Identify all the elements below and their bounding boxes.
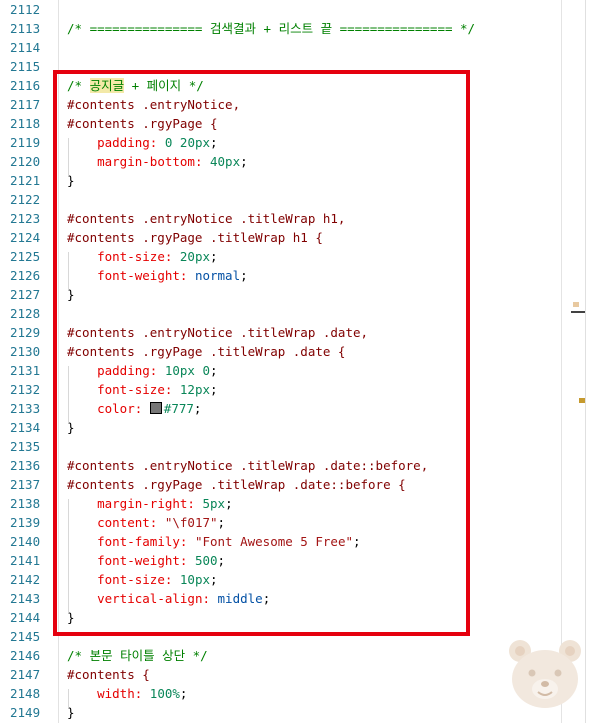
line-number: 2129 xyxy=(10,325,41,340)
line-number: 2113 xyxy=(10,21,41,36)
line-number: 2134 xyxy=(10,420,41,435)
line-number: 2148 xyxy=(10,686,41,701)
code-line[interactable]: 2146 /* 본문 타이틀 상단 */ xyxy=(0,646,560,665)
code-editor[interactable]: 2112 2113 /* =============== 검색결과 + 리스트 끝 … xyxy=(0,0,604,723)
code-token: /* 본문 타이틀 상단 */ xyxy=(67,648,208,663)
line-number: 2145 xyxy=(10,629,41,644)
vertical-scrollbar[interactable] xyxy=(561,0,576,723)
code-line[interactable]: 2148 width: 100%; xyxy=(0,684,560,703)
line-number: 2124 xyxy=(10,230,41,245)
line-number: 2117 xyxy=(10,97,41,112)
code-token: /* =============== 검색결과 + 리스트 끝 ========… xyxy=(67,21,476,36)
code-line[interactable]: 2149} xyxy=(0,703,560,722)
line-number: 2118 xyxy=(10,116,41,131)
code-line[interactable]: 2113 /* =============== 검색결과 + 리스트 끝 ====… xyxy=(0,19,560,38)
line-number: 2147 xyxy=(10,667,41,682)
code-text[interactable]: /* =============== 검색결과 + 리스트 끝 ========… xyxy=(67,19,475,38)
line-number: 2143 xyxy=(10,591,41,606)
code-line[interactable]: 2147 #contents { xyxy=(0,665,560,684)
line-number: 2142 xyxy=(10,572,41,587)
code-line[interactable]: 2114 xyxy=(0,38,560,57)
code-line[interactable]: 2112 xyxy=(0,0,560,19)
line-number: 2126 xyxy=(10,268,41,283)
line-number: 2132 xyxy=(10,382,41,397)
line-number: 2120 xyxy=(10,154,41,169)
line-number: 2128 xyxy=(10,306,41,321)
line-number: 2115 xyxy=(10,59,41,74)
line-number: 2125 xyxy=(10,249,41,264)
line-number: 2133 xyxy=(10,401,41,416)
code-text[interactable]: /* 본문 타이틀 상단 */ xyxy=(67,646,208,665)
line-number: 2138 xyxy=(10,496,41,511)
line-number: 2122 xyxy=(10,192,41,207)
code-token: ; xyxy=(179,686,188,701)
code-token: width: xyxy=(97,686,143,701)
code-token: 100% xyxy=(149,686,180,701)
code-text[interactable]: #contents { xyxy=(67,665,150,684)
code-token: #contents { xyxy=(67,667,150,682)
line-number: 2136 xyxy=(10,458,41,473)
minimap-divider xyxy=(585,0,586,723)
code-text[interactable]: width: 100%; xyxy=(67,684,187,703)
line-number: 2116 xyxy=(10,78,41,93)
bear-mascot-icon xyxy=(509,640,581,708)
line-number: 2135 xyxy=(10,439,41,454)
overview-ruler-mark xyxy=(573,302,579,307)
line-number: 2123 xyxy=(10,211,41,226)
line-number: 2141 xyxy=(10,553,41,568)
line-number: 2130 xyxy=(10,344,41,359)
line-number: 2127 xyxy=(10,287,41,302)
line-number: 2121 xyxy=(10,173,41,188)
cursor-position-marker xyxy=(571,311,585,313)
line-number: 2131 xyxy=(10,363,41,378)
line-number: 2119 xyxy=(10,135,41,150)
line-number: 2140 xyxy=(10,534,41,549)
line-number: 2114 xyxy=(10,40,41,55)
highlight-annotation-box xyxy=(53,70,470,636)
line-number: 2137 xyxy=(10,477,41,492)
line-number: 2149 xyxy=(10,705,41,720)
line-number: 2144 xyxy=(10,610,41,625)
indent-guide xyxy=(68,689,69,708)
line-number: 2112 xyxy=(10,2,41,17)
line-number: 2146 xyxy=(10,648,41,663)
line-number: 2139 xyxy=(10,515,41,530)
overview-ruler-mark xyxy=(579,398,585,403)
